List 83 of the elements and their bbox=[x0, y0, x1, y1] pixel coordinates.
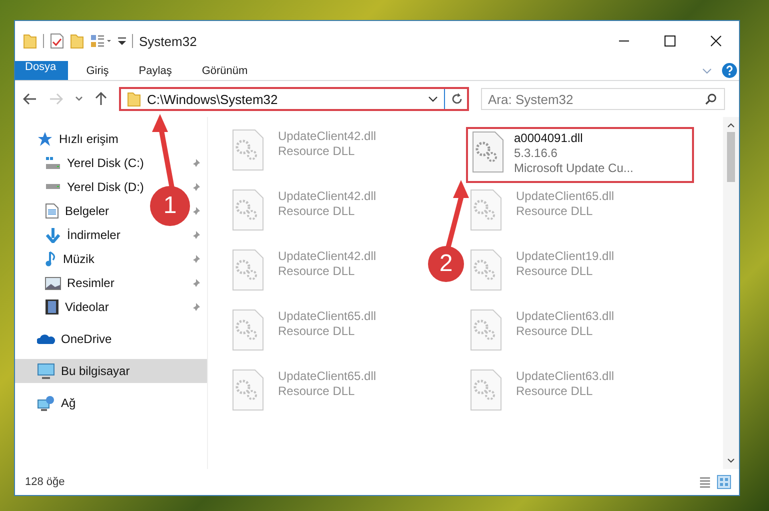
customize-caret-icon[interactable] bbox=[118, 36, 126, 46]
pin-icon[interactable] bbox=[191, 158, 201, 168]
file-detail: Resource DLL bbox=[278, 144, 356, 159]
film-icon bbox=[45, 299, 59, 315]
dll-file-icon[interactable] bbox=[232, 189, 264, 231]
nav-item[interactable]: Belgeler bbox=[45, 203, 110, 219]
dll-file-icon bbox=[472, 131, 504, 173]
file-name: a0004091.dll bbox=[514, 131, 584, 146]
refresh-icon[interactable] bbox=[451, 93, 463, 105]
window-title: System32 bbox=[139, 34, 197, 48]
file-detail: Microsoft Update Cu... bbox=[514, 161, 634, 176]
pin-icon[interactable] bbox=[191, 278, 201, 288]
file-detail: Resource DLL bbox=[278, 204, 356, 219]
star-icon bbox=[37, 131, 53, 147]
nav-item[interactable]: OneDrive bbox=[15, 327, 207, 351]
file-detail: Resource DLL bbox=[278, 324, 356, 339]
ribbon-tab[interactable]: Giriş bbox=[74, 61, 121, 80]
recent-caret-icon[interactable] bbox=[75, 96, 83, 102]
dll-file-icon[interactable] bbox=[470, 369, 502, 411]
search-field[interactable]: Ara: System32 bbox=[481, 88, 725, 110]
scroll-thumb[interactable] bbox=[727, 132, 735, 182]
drive-icon bbox=[45, 184, 61, 190]
nav-item[interactable]: Yerel Disk (D:) bbox=[45, 180, 144, 194]
folder-icon[interactable] bbox=[23, 33, 37, 49]
nav-item[interactable]: Videolar bbox=[45, 299, 109, 315]
help-icon[interactable] bbox=[722, 63, 737, 78]
cloud-icon bbox=[37, 333, 55, 345]
picture-icon bbox=[45, 276, 61, 290]
file-item[interactable]: a0004091.dll 5.3.16.6 Microsoft Update Cu... bbox=[466, 127, 694, 183]
tiles-view-icon[interactable] bbox=[717, 475, 731, 489]
nav-item[interactable]: Resimler bbox=[45, 276, 114, 290]
view-icon[interactable] bbox=[90, 34, 112, 48]
scroll-up-icon[interactable] bbox=[727, 123, 735, 128]
file-detail: Resource DLL bbox=[278, 384, 356, 399]
pin-icon[interactable] bbox=[191, 182, 201, 192]
monitor-icon bbox=[37, 363, 55, 379]
nav-item[interactable]: Ağ bbox=[15, 391, 207, 415]
file-detail: Resource DLL bbox=[516, 324, 594, 339]
new-folder-icon[interactable] bbox=[70, 33, 84, 49]
up-arrow-icon[interactable] bbox=[95, 92, 107, 106]
nav-item[interactable]: Hızlı erişim bbox=[15, 127, 207, 151]
dll-file-icon[interactable] bbox=[470, 249, 502, 291]
ribbon-tab[interactable]: Paylaş bbox=[126, 61, 184, 80]
dropdown-caret-icon[interactable] bbox=[428, 96, 438, 102]
back-arrow-icon[interactable] bbox=[23, 93, 37, 105]
annotation-arrow bbox=[446, 180, 469, 249]
dll-file-icon[interactable] bbox=[232, 369, 264, 411]
search-icon[interactable] bbox=[705, 93, 717, 105]
address-bar[interactable]: C:\Windows\System32 bbox=[119, 87, 469, 111]
nav-item[interactable]: Bu bilgisayar bbox=[15, 359, 207, 383]
file-detail: Resource DLL bbox=[516, 384, 594, 399]
pin-icon[interactable] bbox=[191, 230, 201, 240]
item-count: 128 öğe bbox=[25, 476, 65, 488]
details-view-icon[interactable] bbox=[699, 476, 711, 488]
file-detail: Resource DLL bbox=[516, 204, 594, 219]
document-icon bbox=[45, 203, 59, 219]
nav-item[interactable]: İndirmeler bbox=[45, 227, 120, 243]
pin-icon[interactable] bbox=[191, 302, 201, 312]
properties-icon[interactable] bbox=[50, 33, 64, 49]
chevron-down-icon[interactable] bbox=[702, 68, 712, 74]
address-path: C:\Windows\System32 bbox=[147, 92, 279, 106]
network-icon bbox=[37, 395, 55, 411]
forward-arrow-icon[interactable] bbox=[49, 93, 63, 105]
music-note-icon bbox=[45, 251, 57, 267]
ribbon-tab[interactable]: Görünüm bbox=[190, 61, 260, 80]
nav-item[interactable]: Müzik bbox=[45, 251, 94, 267]
drive-icon bbox=[45, 156, 61, 170]
file-detail: Resource DLL bbox=[278, 264, 356, 279]
nav-item[interactable]: Yerel Disk (C:) bbox=[45, 156, 144, 170]
pin-icon[interactable] bbox=[191, 254, 201, 264]
dll-file-icon[interactable] bbox=[470, 309, 502, 351]
file-menu-tab[interactable]: Dosya bbox=[15, 61, 68, 80]
scrollbar[interactable] bbox=[723, 117, 739, 469]
down-arrow-icon bbox=[45, 227, 61, 243]
pin-icon[interactable] bbox=[191, 206, 201, 216]
dll-file-icon[interactable] bbox=[232, 249, 264, 291]
dll-file-icon[interactable] bbox=[232, 309, 264, 351]
folder-icon bbox=[127, 91, 141, 107]
scroll-down-icon[interactable] bbox=[727, 458, 735, 463]
file-detail: Resource DLL bbox=[516, 264, 594, 279]
dll-file-icon[interactable] bbox=[232, 129, 264, 171]
file-detail: 5.3.16.6 bbox=[514, 146, 558, 161]
dll-file-icon[interactable] bbox=[470, 189, 502, 231]
